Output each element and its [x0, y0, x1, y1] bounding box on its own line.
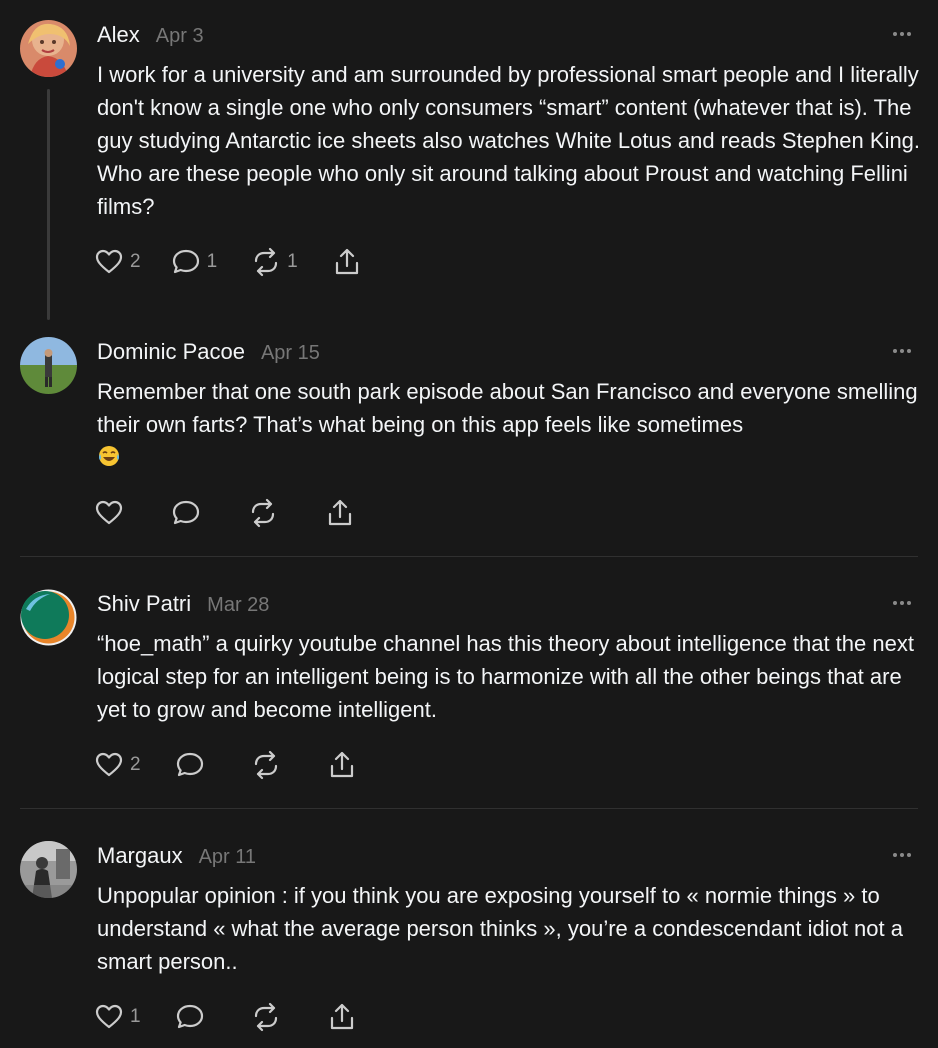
- more-options-icon[interactable]: [890, 339, 914, 363]
- avatar-image: [20, 337, 77, 394]
- comment-icon: [176, 752, 203, 777]
- username[interactable]: Dominic Pacoe: [97, 339, 245, 365]
- username[interactable]: Margaux: [97, 843, 183, 869]
- divider: [20, 808, 918, 809]
- post-text-content: Remember that one south park episode abo…: [97, 379, 918, 437]
- divider: [20, 556, 918, 557]
- avatar[interactable]: [20, 589, 77, 646]
- reply-button[interactable]: [171, 497, 201, 529]
- reply-button[interactable]: 1: [171, 246, 218, 278]
- action-bar: [94, 497, 355, 529]
- repost-icon: [251, 498, 275, 528]
- share-button[interactable]: [332, 246, 362, 278]
- share-button[interactable]: [327, 749, 357, 781]
- repost-icon: [255, 247, 278, 277]
- replies-feed: Alex Apr 3 I work for a university and a…: [0, 0, 938, 1048]
- comment-icon: [172, 500, 200, 525]
- post-text: Remember that one south park episode abo…: [97, 375, 922, 474]
- more-options-icon[interactable]: [890, 22, 914, 46]
- post-header: Margaux Apr 11: [97, 843, 256, 875]
- more-options-icon[interactable]: [890, 843, 914, 867]
- like-count: 1: [130, 1006, 141, 1027]
- avatar[interactable]: [20, 337, 77, 394]
- action-bar: 2 1 1: [94, 246, 362, 278]
- avatar-image: [20, 589, 77, 646]
- share-button[interactable]: [325, 497, 355, 529]
- heart-icon: [95, 500, 123, 525]
- like-button[interactable]: [94, 497, 124, 529]
- repost-count: 1: [287, 251, 298, 272]
- post-text: “hoe_math” a quirky youtube channel has …: [97, 631, 914, 722]
- post: Alex Apr 3 I work for a university and a…: [0, 20, 938, 320]
- reply-button[interactable]: [175, 1001, 205, 1033]
- post-text: I work for a university and am surrounde…: [97, 62, 921, 219]
- heart-icon: [95, 752, 123, 777]
- action-bar: 2: [94, 749, 357, 781]
- reply-count: 1: [206, 251, 218, 272]
- action-bar: 1: [94, 1001, 357, 1033]
- avatar-image: [20, 20, 77, 77]
- avatar[interactable]: [20, 841, 77, 898]
- repost-button[interactable]: 1: [251, 246, 298, 278]
- repost-icon: [254, 1002, 277, 1032]
- avatar[interactable]: [20, 20, 77, 77]
- repost-button[interactable]: [251, 1001, 281, 1033]
- heart-icon: [95, 1004, 123, 1029]
- repost-button[interactable]: [251, 749, 281, 781]
- post: Dominic Pacoe Apr 15 Remember that one s…: [0, 337, 938, 557]
- post-header: Alex Apr 3: [97, 22, 204, 54]
- repost-button[interactable]: [248, 497, 278, 529]
- like-count: 2: [130, 754, 141, 775]
- post-text: Unpopular opinion : if you think you are…: [97, 883, 903, 974]
- like-button[interactable]: 1: [94, 1001, 141, 1033]
- share-icon: [328, 499, 352, 526]
- reply-button[interactable]: [175, 749, 205, 781]
- comment-icon: [176, 1004, 203, 1029]
- post: Margaux Apr 11 Unpopular opinion : if yo…: [0, 841, 938, 1048]
- like-button[interactable]: 2: [94, 246, 141, 278]
- face-with-tears-of-joy-icon: [99, 446, 119, 466]
- thread-line: [47, 89, 50, 320]
- like-button[interactable]: 2: [94, 749, 141, 781]
- post-date[interactable]: Mar 28: [207, 594, 269, 617]
- post-header: Shiv Patri Mar 28: [97, 591, 269, 623]
- avatar-image: [20, 841, 77, 898]
- post-date[interactable]: Apr 15: [261, 342, 320, 365]
- share-button[interactable]: [327, 1001, 357, 1033]
- share-icon: [335, 248, 358, 275]
- post-header: Dominic Pacoe Apr 15: [97, 339, 320, 371]
- post-date[interactable]: Apr 3: [156, 25, 204, 48]
- more-options-icon[interactable]: [890, 591, 914, 615]
- heart-icon: [95, 249, 123, 274]
- repost-icon: [254, 750, 277, 780]
- post: Shiv Patri Mar 28 “hoe_math” a quirky yo…: [0, 589, 938, 809]
- share-icon: [330, 751, 353, 778]
- post-date[interactable]: Apr 11: [199, 846, 256, 869]
- like-count: 2: [130, 251, 141, 272]
- username[interactable]: Shiv Patri: [97, 591, 191, 617]
- username[interactable]: Alex: [97, 22, 140, 48]
- comment-icon: [172, 249, 199, 274]
- share-icon: [330, 1003, 353, 1030]
